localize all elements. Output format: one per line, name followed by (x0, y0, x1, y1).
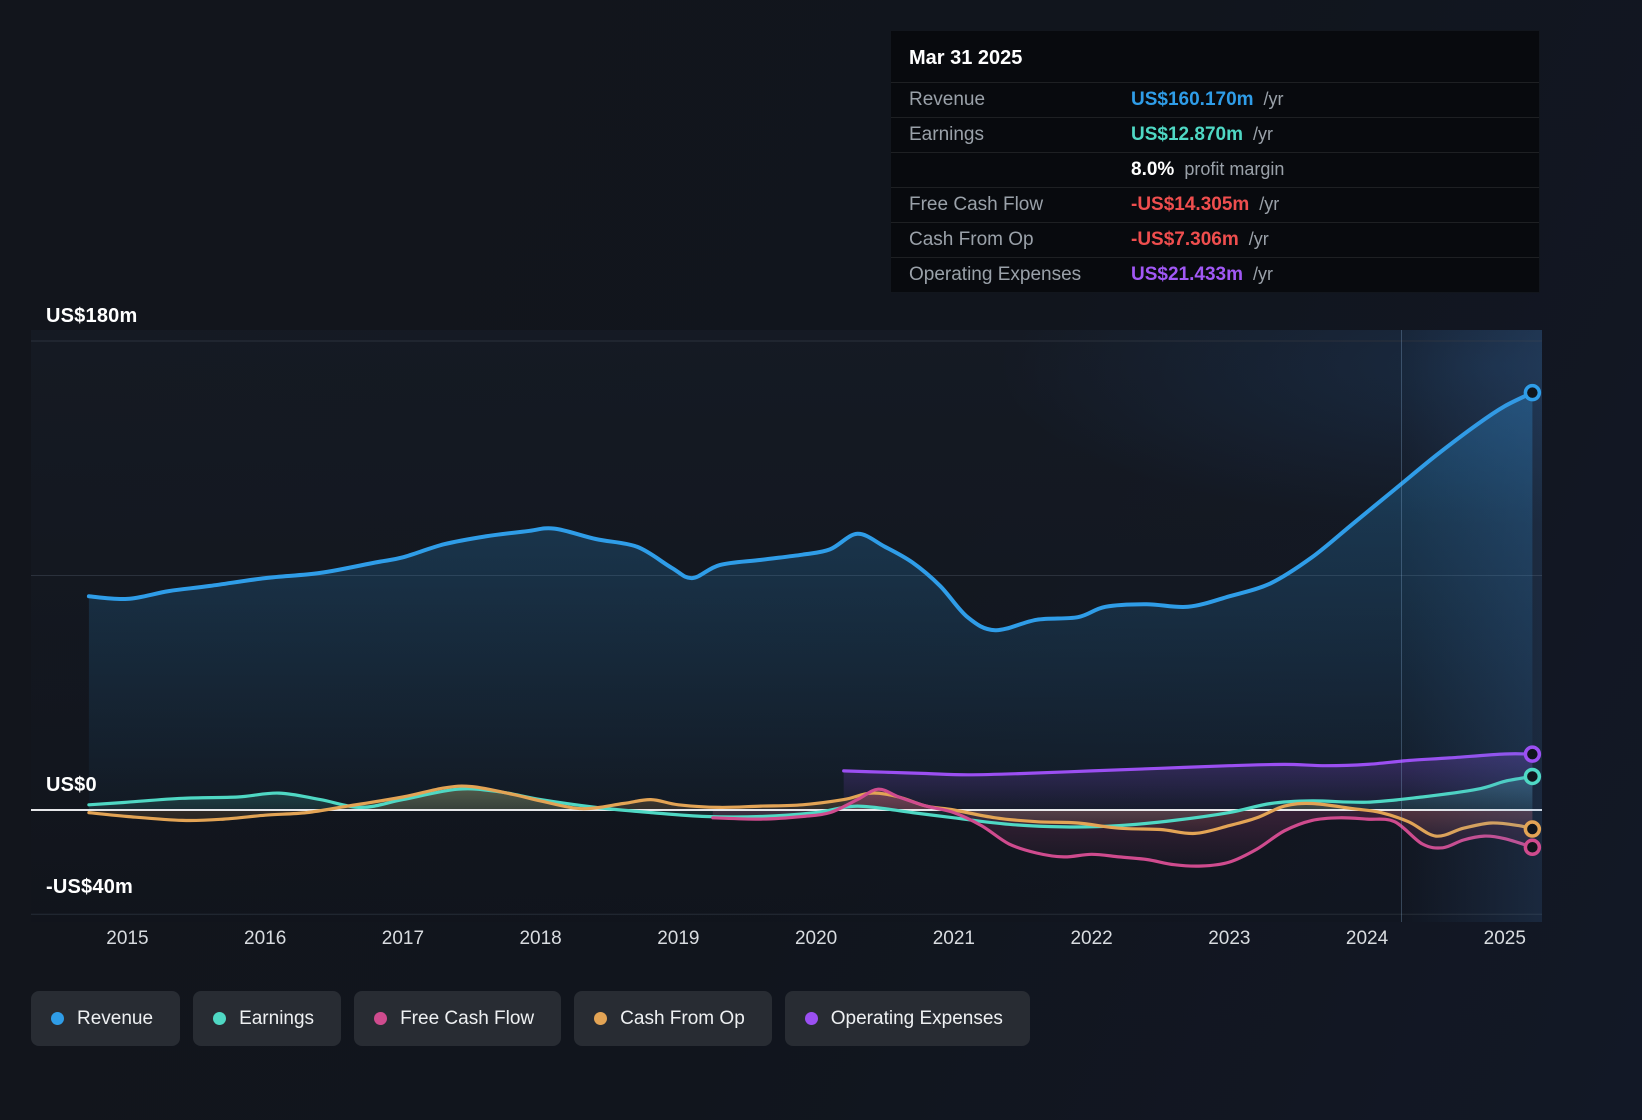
plot-area (31, 330, 1542, 922)
free-cash-flow-endpoint-dot (1523, 838, 1542, 857)
legend-item-operating-expenses[interactable]: Operating Expenses (784, 991, 1030, 1046)
x-tick-2025: 2025 (1483, 928, 1526, 949)
legend-item-free-cash-flow[interactable]: Free Cash Flow (354, 991, 562, 1046)
tooltip-row-value: US$21.433m /yr (1131, 264, 1273, 285)
x-tick-2015: 2015 (106, 928, 149, 949)
legend-item-cash-from-op[interactable]: Cash From Op (574, 991, 772, 1046)
chart-canvas[interactable] (31, 330, 1542, 922)
legend-label: Operating Expenses (830, 1007, 1003, 1029)
chart-tooltip: Mar 31 2025 Revenue US$160.170m /yr Earnin… (890, 30, 1540, 293)
x-tick-2022: 2022 (1070, 928, 1113, 949)
tooltip-row-value: 8.0% profit margin (1131, 159, 1285, 180)
tooltip-row-profit-margin: 8.0% profit margin (891, 152, 1539, 187)
legend-item-earnings[interactable]: Earnings (193, 991, 342, 1046)
x-tick-2020: 2020 (794, 928, 838, 949)
x-tick-2024: 2024 (1345, 928, 1389, 949)
cash-from-op-dot-icon (594, 1012, 608, 1025)
tooltip-row-value: US$12.870m /yr (1131, 124, 1273, 145)
tooltip-row-value: -US$14.305m /yr (1131, 194, 1280, 215)
x-tick-2018: 2018 (519, 928, 562, 949)
legend-item-revenue[interactable]: Revenue (31, 991, 181, 1046)
tooltip-rows: Revenue US$160.170m /yr Earnings US$12.870m… (891, 82, 1539, 292)
legend-label: Cash From Op (620, 1007, 745, 1029)
tooltip-row-free-cash-flow: Free Cash Flow -US$14.305m /yr (891, 187, 1539, 222)
legend-label: Revenue (77, 1007, 154, 1029)
earnings-dot-icon (213, 1012, 227, 1025)
legend-label: Earnings (239, 1007, 315, 1029)
x-tick-2023: 2023 (1208, 928, 1251, 949)
operating-expenses-endpoint-dot (1523, 745, 1542, 763)
x-tick-2019: 2019 (657, 928, 700, 949)
tooltip-row-earnings: Earnings US$12.870m /yr (891, 117, 1539, 152)
tooltip-row-label: Free Cash Flow (909, 194, 1044, 215)
chart-legend: Revenue Earnings Free Cash Flow Cash From O… (31, 991, 1030, 1046)
tooltip-row-value: US$160.170m /yr (1131, 89, 1284, 110)
operating-expenses-dot-icon (804, 1012, 818, 1025)
earnings-endpoint-dot (1523, 767, 1542, 786)
x-tick-2016: 2016 (244, 928, 287, 949)
tooltip-row-operating-expenses: Operating Expenses US$21.433m /yr (891, 257, 1539, 292)
x-tick-2021: 2021 (932, 928, 975, 949)
x-axis: 2015 2016 2017 2018 2019 2020 2021 2022 2023 2024… (31, 928, 1542, 956)
earnings-revenue-chart-page: US$180m US$0 -US$40m 2015 2016 2017 2018 201… (0, 0, 1642, 1120)
x-tick-2017: 2017 (381, 928, 425, 949)
tooltip-row-value: -US$7.306m /yr (1131, 229, 1269, 250)
tooltip-row-label: Cash From Op (909, 229, 1034, 250)
tooltip-date: Mar 31 2025 (909, 47, 1023, 69)
tooltip-row-revenue: Revenue US$160.170m /yr (891, 82, 1539, 117)
cash-from-op-endpoint-dot (1523, 820, 1542, 838)
y-axis-label-bottom: -US$40m (46, 876, 133, 898)
y-axis-label-top: US$180m (46, 305, 138, 327)
y-axis-label-zero: US$0 (46, 774, 97, 796)
revenue-dot-icon (51, 1012, 64, 1025)
revenue-endpoint-dot (1523, 383, 1542, 402)
legend-label: Free Cash Flow (400, 1007, 535, 1029)
highlight-band (1401, 330, 1542, 922)
tooltip-row-label: Earnings (909, 124, 984, 145)
free-cash-flow-dot-icon (374, 1012, 388, 1025)
tooltip-row-label: Revenue (909, 89, 986, 110)
tooltip-row-label: Operating Expenses (909, 264, 1082, 285)
tooltip-row-cash-from-op: Cash From Op -US$7.306m /yr (891, 222, 1539, 257)
revenue-area (88, 392, 1533, 810)
